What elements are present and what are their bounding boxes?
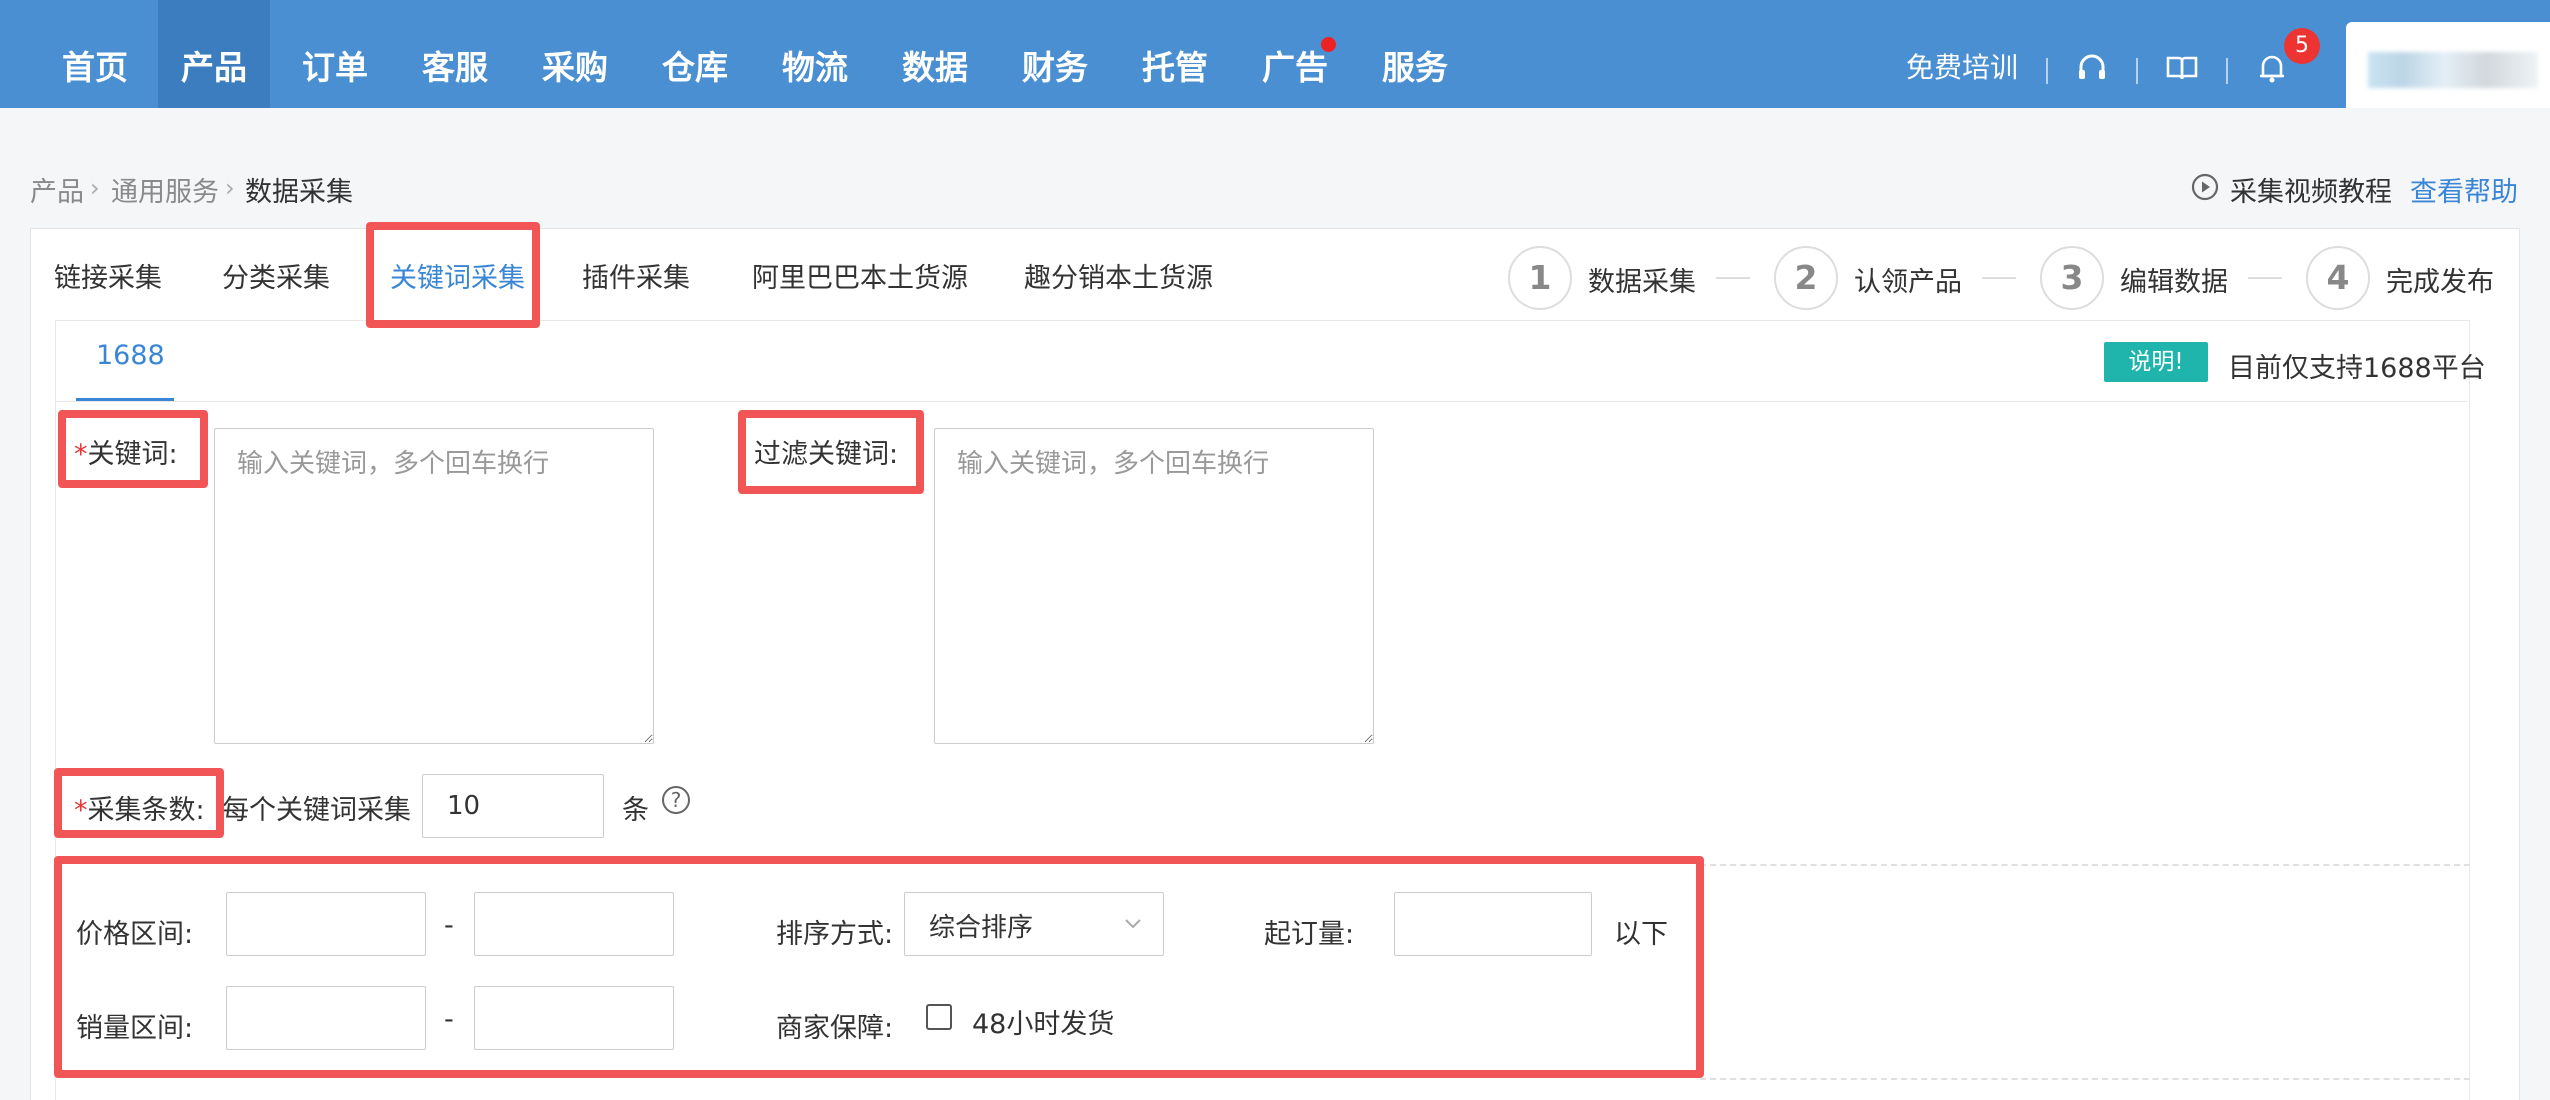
help-link[interactable]: 查看帮助 xyxy=(2410,170,2518,209)
nav-item-finance[interactable]: 财务 xyxy=(1022,0,1088,108)
price-range-label: 价格区间: xyxy=(76,919,194,950)
play-circle-icon[interactable] xyxy=(2190,172,2220,202)
chevron-right-icon: › xyxy=(90,174,100,202)
keyword-label: *关键词: xyxy=(74,432,178,471)
nav-divider xyxy=(2226,58,2228,84)
required-mark: * xyxy=(74,439,88,470)
filter-keyword-label: 过滤关键词: xyxy=(754,439,899,470)
tab-keyword-collect[interactable]: 关键词采集 xyxy=(390,256,525,295)
tab-link-collect[interactable]: 链接采集 xyxy=(54,256,162,295)
nav-item-orders[interactable]: 订单 xyxy=(302,0,368,108)
video-tutorial-link[interactable]: 采集视频教程 xyxy=(2230,170,2392,209)
moq-label: 起订量: xyxy=(1264,919,1355,950)
moq-unit: 以下 xyxy=(1614,919,1668,950)
collect-count-label: *采集条数: xyxy=(74,788,205,827)
notice-text: 目前仅支持1688平台 xyxy=(2228,353,2486,384)
nav-item-ads-label: 广告 xyxy=(1262,48,1328,87)
collect-count-prefix: 每个关键词采集 xyxy=(222,795,411,826)
step-2-label: 认领产品 xyxy=(1854,267,1962,298)
breadcrumb-item-general-services[interactable]: 通用服务 xyxy=(111,170,219,209)
step-3-circle: 3 xyxy=(2040,246,2104,310)
step-2-circle: 2 xyxy=(1774,246,1838,310)
sales-min-input[interactable] xyxy=(226,986,426,1050)
headset-icon[interactable] xyxy=(2074,50,2110,86)
blurred-username xyxy=(2368,52,2538,88)
nav-item-warehouse[interactable]: 仓库 xyxy=(662,0,728,108)
nav-divider xyxy=(2046,58,2048,84)
required-mark: * xyxy=(74,795,88,826)
breadcrumb-item-current: 数据采集 xyxy=(245,177,353,208)
active-subtab-underline xyxy=(76,398,174,401)
keyword-label-text: 关键词: xyxy=(87,439,178,470)
step-3-label: 编辑数据 xyxy=(2120,267,2228,298)
step-1-label: 数据采集 xyxy=(1588,267,1696,298)
nav-item-home[interactable]: 首页 xyxy=(62,0,128,108)
nav-item-products[interactable]: 产品 xyxy=(158,0,270,108)
nav-item-purchasing[interactable]: 采购 xyxy=(542,0,608,108)
moq-input[interactable] xyxy=(1394,892,1592,956)
collect-count-input[interactable] xyxy=(422,774,604,838)
filter-keyword-textarea[interactable] xyxy=(934,428,1374,744)
nav-item-logistics[interactable]: 物流 xyxy=(782,0,848,108)
free-training-link[interactable]: 免费培训 xyxy=(1906,0,2018,108)
nav-item-customer-service[interactable]: 客服 xyxy=(422,0,488,108)
sort-select-value: 综合排序 xyxy=(929,913,1034,943)
collect-count-unit: 条 xyxy=(622,795,649,826)
price-min-input[interactable] xyxy=(226,892,426,956)
step-4-label: 完成发布 xyxy=(2386,267,2494,298)
price-max-input[interactable] xyxy=(474,892,674,956)
chevron-right-icon: › xyxy=(225,174,235,202)
nav-item-services[interactable]: 服务 xyxy=(1382,0,1448,108)
merchant-guarantee-label: 商家保障: xyxy=(776,1013,894,1044)
step-4-circle: 4 xyxy=(2306,246,2370,310)
tab-alibaba-local-source[interactable]: 阿里巴巴本土货源 xyxy=(752,256,968,295)
notification-badge: 5 xyxy=(2284,28,2320,64)
48h-shipping-checkbox[interactable] xyxy=(926,1004,952,1030)
nav-item-data[interactable]: 数据 xyxy=(902,0,968,108)
sort-select[interactable]: 综合排序 xyxy=(904,892,1164,956)
question-circle-icon[interactable]: ? xyxy=(662,786,690,814)
subtab-divider xyxy=(55,401,2467,402)
keyword-textarea[interactable] xyxy=(214,428,654,744)
book-icon[interactable] xyxy=(2164,50,2200,86)
collect-count-label-text: 采集条数: xyxy=(87,795,205,826)
nav-divider xyxy=(2136,58,2138,84)
range-separator: - xyxy=(444,1004,454,1035)
tab-qufenxiao-local-source[interactable]: 趣分销本土货源 xyxy=(1024,256,1213,295)
range-separator: - xyxy=(444,910,454,941)
step-connector xyxy=(1716,277,1750,279)
step-connector xyxy=(1982,277,2016,279)
sales-max-input[interactable] xyxy=(474,986,674,1050)
user-account-menu[interactable] xyxy=(2346,22,2550,108)
tab-1688[interactable]: 1688 xyxy=(96,340,165,371)
nav-item-ads[interactable]: 广告 xyxy=(1262,0,1336,108)
step-1-circle: 1 xyxy=(1508,246,1572,310)
sales-range-label: 销量区间: xyxy=(76,1013,194,1044)
notice-tag: 说明! xyxy=(2104,342,2208,382)
breadcrumb-item-products[interactable]: 产品 xyxy=(30,170,84,209)
chevron-down-icon xyxy=(1125,919,1141,929)
section-divider xyxy=(1700,1078,2470,1080)
tab-category-collect[interactable]: 分类采集 xyxy=(222,256,330,295)
new-indicator-dot xyxy=(1321,37,1336,52)
tab-plugin-collect[interactable]: 插件采集 xyxy=(582,256,690,295)
sort-label: 排序方式: xyxy=(776,919,894,950)
48h-shipping-option[interactable]: 48小时发货 xyxy=(972,1002,1114,1041)
section-divider xyxy=(1700,864,2470,866)
step-connector xyxy=(2248,277,2282,279)
bell-icon[interactable] xyxy=(2254,50,2290,86)
nav-item-hosting[interactable]: 托管 xyxy=(1142,0,1208,108)
